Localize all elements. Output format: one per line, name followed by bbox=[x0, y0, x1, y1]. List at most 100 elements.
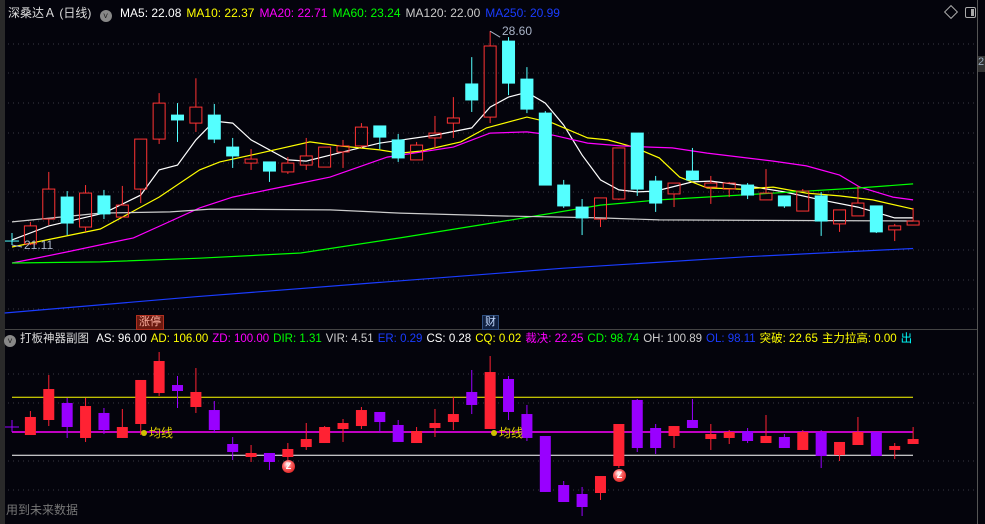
indicator-bar bbox=[686, 419, 698, 428]
indicator-bar bbox=[889, 445, 901, 450]
indicator-bar bbox=[539, 436, 551, 492]
indicator-bar bbox=[797, 432, 809, 450]
candle-body bbox=[777, 195, 791, 207]
dot-icon bbox=[491, 430, 497, 436]
indicator-bar bbox=[282, 448, 294, 457]
indicator-bar bbox=[852, 432, 864, 445]
candle-body bbox=[502, 40, 516, 84]
indicator-bar bbox=[521, 414, 533, 438]
indicator-bar bbox=[411, 431, 423, 444]
candle-body bbox=[906, 220, 920, 226]
indicator-bar bbox=[98, 412, 110, 431]
indicator-legend-item: DIR: 1.31 bbox=[273, 333, 322, 345]
candle-body bbox=[262, 161, 276, 172]
candle-body bbox=[446, 117, 460, 124]
candle-body bbox=[171, 114, 185, 121]
indicator-bar bbox=[392, 424, 404, 442]
candle-body bbox=[833, 209, 847, 225]
indicator-title[interactable]: 打板神器副图 bbox=[20, 333, 89, 345]
indicator-legend-item: CD: 98.74 bbox=[587, 333, 640, 345]
sub-legend: ˅ 打板神器副图 AS: 96.00 AD: 106.00 ZD: 100.00 DIR… bbox=[4, 330, 920, 348]
indicator-bar bbox=[116, 427, 128, 438]
ma-legend-item: MA250: 20.99 bbox=[485, 6, 560, 20]
indicator-bar bbox=[668, 426, 680, 437]
dot-icon bbox=[141, 430, 147, 436]
candle-body bbox=[281, 162, 295, 173]
candle-body bbox=[649, 180, 663, 204]
candle-body bbox=[391, 139, 405, 159]
indicator-legend-item: 主力拉高: 0.00 bbox=[821, 333, 897, 345]
price-axis-label: 2 bbox=[978, 56, 985, 72]
candle-body bbox=[465, 83, 479, 101]
indicator-legend-item: OH: 100.89 bbox=[643, 333, 703, 345]
candle-body bbox=[630, 132, 644, 190]
candle-body bbox=[741, 184, 755, 196]
indicator-bar bbox=[594, 476, 606, 494]
indicator-bar bbox=[558, 485, 570, 503]
ma-legend-item: MA60: 23.24 bbox=[332, 6, 401, 20]
indicator-bar bbox=[705, 433, 717, 440]
indicator-bar bbox=[153, 361, 165, 394]
future-data-note: 用到未来数据 bbox=[6, 503, 79, 517]
indicator-bar bbox=[742, 431, 754, 441]
candle-body bbox=[520, 78, 534, 110]
indicator-bar bbox=[723, 432, 735, 438]
dropdown-chevron-icon[interactable]: ˅ bbox=[4, 335, 16, 347]
indicator-bar bbox=[650, 427, 662, 449]
candle-body bbox=[869, 205, 883, 233]
indicator-bar bbox=[834, 441, 846, 456]
indicator-legend-item: 突破: 22.65 bbox=[759, 333, 818, 345]
indicator-bar bbox=[43, 389, 55, 420]
candle-body bbox=[354, 126, 368, 147]
indicator-legend-item: VIR: 4.51 bbox=[325, 333, 374, 345]
indicator-bar bbox=[190, 391, 202, 408]
ma-legend-item: MA10: 22.37 bbox=[186, 6, 255, 20]
signal-badge-icon[interactable]: Z bbox=[282, 460, 295, 473]
candle-body bbox=[704, 182, 718, 188]
indicator-bar bbox=[263, 452, 275, 462]
low-price-label: 21.11 bbox=[24, 238, 54, 252]
limit-up-tag[interactable]: 涨停 bbox=[136, 315, 164, 330]
indicator-bar bbox=[208, 410, 220, 431]
candle-body bbox=[207, 114, 221, 140]
indicator-legend-item: AS: 96.00 bbox=[96, 333, 147, 345]
indicator-legend-item: 出 bbox=[900, 333, 913, 345]
indicator-bar bbox=[870, 432, 882, 457]
ma-line-ma250 bbox=[4, 247, 914, 314]
indicator-bar bbox=[760, 436, 772, 444]
dropdown-chevron-icon[interactable]: ˅ bbox=[99, 10, 112, 22]
indicator-bar bbox=[245, 452, 257, 457]
stock-title: 深桑达Ａ (日线) bbox=[8, 6, 92, 20]
finance-tag[interactable]: 财 bbox=[482, 315, 499, 330]
candle-body bbox=[557, 184, 571, 207]
ma-signal-tag: 均线 bbox=[141, 424, 173, 441]
indicator-bar bbox=[466, 391, 478, 405]
candle-body bbox=[97, 195, 111, 215]
candle-body bbox=[612, 147, 626, 200]
candle-body bbox=[226, 146, 240, 157]
ma-signal-tag: 均线 bbox=[491, 424, 523, 441]
indicator-bar bbox=[613, 423, 625, 466]
indicator-bar bbox=[355, 410, 367, 427]
indicator-bar bbox=[61, 403, 73, 428]
ma-legend-item: MA20: 22.71 bbox=[259, 6, 328, 20]
high-marker bbox=[489, 30, 501, 38]
indicator-bar bbox=[337, 423, 349, 429]
candle-body bbox=[42, 188, 56, 220]
indicator-bar bbox=[227, 444, 239, 453]
indicator-legend-item: ER: 0.29 bbox=[377, 333, 423, 345]
panel-toggle-icon[interactable] bbox=[965, 7, 976, 18]
indicator-legend-item: 裁决: 22.25 bbox=[525, 333, 584, 345]
signal-badge-icon[interactable]: Z bbox=[613, 469, 626, 482]
indicator-bar bbox=[300, 439, 312, 448]
indicator-bar bbox=[429, 423, 441, 428]
candle-body bbox=[60, 196, 74, 224]
indicator-bar bbox=[778, 436, 790, 449]
indicator-legend-item: CQ: 0.02 bbox=[475, 333, 522, 345]
indicator-bar bbox=[374, 411, 386, 423]
ma-legend-item: MA5: 22.08 bbox=[120, 6, 182, 20]
indicator-bar bbox=[815, 432, 827, 457]
candlestick-chart[interactable] bbox=[0, 0, 985, 524]
indicator-bar bbox=[24, 416, 36, 436]
indicator-legend-item: ZD: 100.00 bbox=[212, 333, 270, 345]
